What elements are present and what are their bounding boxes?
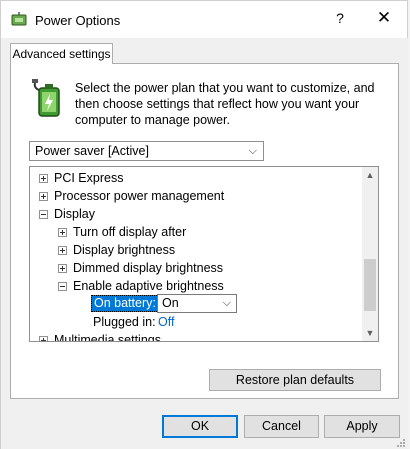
tree-item-display-brightness[interactable]: Display brightness <box>30 242 360 260</box>
help-button[interactable]: ? <box>331 10 349 26</box>
plugged-in-value-link[interactable]: Off <box>158 315 174 329</box>
chevron-down-icon: ⌵ <box>248 145 257 157</box>
scroll-up-arrow-icon[interactable]: ▲ <box>362 167 378 183</box>
on-battery-value: On <box>162 296 179 310</box>
scroll-down-arrow-icon[interactable]: ▼ <box>362 325 378 341</box>
plan-description: Select the power plan that you want to c… <box>75 81 375 127</box>
window-title: Power Options <box>35 13 121 28</box>
tree-item-processor-power-management[interactable]: Processor power management <box>30 188 360 206</box>
expand-plus-icon[interactable] <box>58 246 67 255</box>
battery-plug-icon <box>32 79 60 117</box>
expand-plus-icon[interactable] <box>58 264 67 273</box>
chevron-down-icon: ⌵ <box>222 297 231 309</box>
power-plan-select[interactable]: Power saver [Active] ⌵ <box>29 141 264 161</box>
collapse-minus-icon[interactable] <box>39 210 48 219</box>
settings-tree[interactable]: PCI Express Processor power management D… <box>29 166 379 342</box>
cancel-button[interactable]: Cancel <box>244 415 319 438</box>
on-battery-label[interactable]: On battery: <box>91 295 159 312</box>
on-battery-select[interactable]: On ⌵ <box>157 294 237 313</box>
apply-button[interactable]: Apply <box>324 415 400 438</box>
expand-plus-icon[interactable] <box>39 336 48 341</box>
ok-button[interactable]: OK <box>162 415 238 438</box>
title-bar[interactable]: Power Options ? ✕ <box>0 0 408 38</box>
tree-item-pci-express[interactable]: PCI Express <box>30 170 360 188</box>
tree-scrollbar[interactable]: ▲ ▼ <box>362 167 378 341</box>
power-options-icon <box>11 12 27 26</box>
tree-item-dimmed-display-brightness[interactable]: Dimmed display brightness <box>30 260 360 278</box>
close-button[interactable]: ✕ <box>373 8 395 28</box>
expand-plus-icon[interactable] <box>58 228 67 237</box>
collapse-minus-icon[interactable] <box>58 282 67 291</box>
power-plan-select-value: Power saver [Active] <box>35 144 149 158</box>
expand-plus-icon[interactable] <box>39 174 48 183</box>
tree-item-display[interactable]: Display <box>30 206 360 224</box>
resize-grip-icon[interactable] <box>396 438 406 448</box>
scroll-thumb[interactable] <box>364 259 376 311</box>
tree-item-multimedia-settings[interactable]: Multimedia settings <box>30 332 360 341</box>
plugged-in-label: Plugged in: <box>93 315 156 329</box>
expand-plus-icon[interactable] <box>39 192 48 201</box>
tab-advanced-settings[interactable]: Advanced settings <box>10 43 113 64</box>
tree-item-turn-off-display-after[interactable]: Turn off display after <box>30 224 360 242</box>
restore-plan-defaults-button[interactable]: Restore plan defaults <box>209 369 381 391</box>
